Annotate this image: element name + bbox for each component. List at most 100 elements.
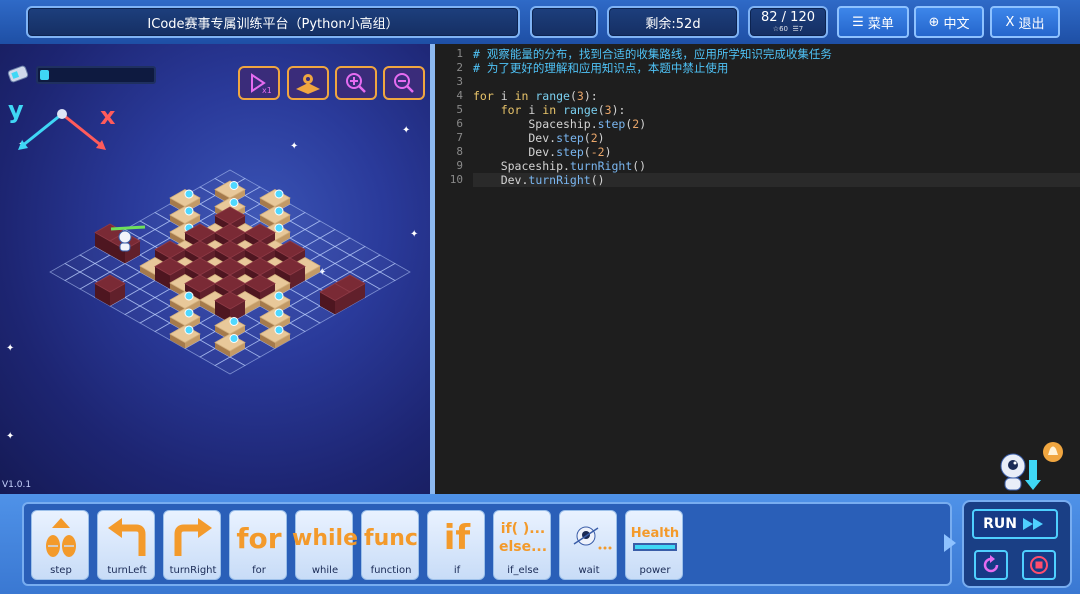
energy-crystal-icon <box>274 223 284 233</box>
block-label: turnLeft <box>107 565 147 576</box>
block-label: function <box>370 565 412 576</box>
exit-label: 退出 <box>1018 16 1045 32</box>
code-line[interactable]: Dev.step(2) <box>473 131 604 145</box>
energy-crystal-icon <box>274 325 284 335</box>
game-canvas[interactable]: ✦ ✦ ✦ ✦ ✦ ✦ ✦ x1 y x V1.0.1 <box>0 44 430 494</box>
language-label: 中文 <box>943 16 970 32</box>
health-icon: Health <box>626 515 684 561</box>
energy-crystal-icon <box>274 308 284 318</box>
tray-scroll-arrow[interactable] <box>944 534 956 552</box>
energy-crystal-icon <box>184 325 194 335</box>
code-line[interactable]: for i in range(3): <box>473 103 626 117</box>
if-else-icon: if( )... else... <box>494 515 552 561</box>
line-gutter: 1 2 3 4 5 6 7 8 9 10 <box>435 44 471 494</box>
line-number: 3 <box>456 75 463 88</box>
block-wait[interactable]: wait <box>559 510 617 580</box>
fast-forward-icon <box>1022 518 1043 530</box>
block-art-text: for <box>236 521 282 555</box>
line-number: 5 <box>456 103 463 116</box>
energy-crystal-icon <box>274 206 284 216</box>
progress-sub: ☆60 ☰7 <box>773 25 803 33</box>
block-turnright[interactable]: turnRight <box>163 510 221 580</box>
version-label: V1.0.1 <box>2 480 32 490</box>
energy-crystal-icon <box>184 206 194 216</box>
energy-crystal-icon <box>184 189 194 199</box>
block-function[interactable]: func function <box>361 510 419 580</box>
block-tray: step turnLeft turnRight for for while while fun… <box>22 502 952 586</box>
block-label: if <box>453 565 461 576</box>
block-for[interactable]: for for <box>229 510 287 580</box>
line-number: 7 <box>456 131 463 144</box>
code-line[interactable]: Spaceship.step(2) <box>473 117 646 131</box>
energy-crystal-icon <box>229 317 239 326</box>
close-icon: X <box>1005 14 1015 30</box>
stop-icon <box>1030 556 1048 574</box>
step-icon <box>32 515 90 561</box>
reset-button[interactable] <box>974 550 1008 580</box>
block-art-text: while <box>292 525 358 551</box>
block-step[interactable]: step <box>31 510 89 580</box>
remaining-text: 剩余:52d <box>645 16 701 32</box>
code-line[interactable]: Spaceship.turnRight() <box>473 159 646 173</box>
run-label: RUN <box>983 516 1017 532</box>
wait-icon <box>560 515 618 561</box>
progress-sub-b: 7 <box>798 25 804 33</box>
block-while[interactable]: while while <box>292 510 358 580</box>
line-number: 8 <box>456 145 463 158</box>
code-line[interactable]: Dev.turnRight() <box>473 173 1080 187</box>
block-power[interactable]: Health power <box>625 510 683 580</box>
energy-crystal-icon <box>229 198 239 207</box>
if-else-bottom-text: else... <box>498 539 548 555</box>
energy-crystal-icon <box>184 291 194 301</box>
robot-helper[interactable] <box>995 430 1065 494</box>
block-label: while <box>311 565 339 576</box>
health-bar-icon <box>633 542 677 551</box>
turn-right-icon <box>164 515 222 561</box>
block-label: wait <box>578 565 600 576</box>
line-number: 6 <box>456 117 463 130</box>
run-button[interactable]: RUN <box>972 509 1058 539</box>
health-text: Health <box>630 525 680 541</box>
energy-crystal-icon <box>229 334 239 343</box>
line-number: 1 <box>456 47 463 60</box>
block-if-else[interactable]: if( )... else... if_else <box>493 510 551 580</box>
for-icon: for <box>230 515 288 561</box>
code-line[interactable]: Dev.step(-2) <box>473 145 611 159</box>
block-label: power <box>639 565 671 576</box>
game-board <box>49 169 411 375</box>
line-number: 9 <box>456 159 463 172</box>
if-else-top-text: if( )... <box>500 521 546 537</box>
globe-icon: ⊕ <box>928 14 940 30</box>
block-label: turnRight <box>169 565 217 576</box>
energy-crystal-icon <box>184 308 194 318</box>
menu-button[interactable]: ☰ 菜单 <box>837 6 909 38</box>
block-if[interactable]: if if <box>427 510 485 580</box>
block-label: if_else <box>507 565 539 576</box>
block-art-text: if <box>443 518 471 558</box>
func-icon: func <box>362 515 420 561</box>
while-icon: while <box>292 515 358 561</box>
code-line[interactable]: # 为了更好的理解和应用知识点，本题中禁止使用 <box>473 61 728 75</box>
helper-bubble <box>997 432 1049 448</box>
code-line[interactable]: for i in range(3): <box>473 89 598 103</box>
page-title: ICode赛事专属训练平台（Python小高组） <box>26 6 520 38</box>
remaining-days: 剩余:52d <box>607 6 739 38</box>
block-turnleft[interactable]: turnLeft <box>97 510 155 580</box>
language-button[interactable]: ⊕ 中文 <box>914 6 984 38</box>
top-bar: ICode赛事专属训练平台（Python小高组） 剩余:52d 82 / 120… <box>0 0 1080 44</box>
block-label: step <box>50 565 72 576</box>
line-number: 2 <box>456 61 463 74</box>
energy-crystal-icon <box>274 291 284 301</box>
energy-crystal-icon <box>274 189 284 199</box>
exit-button[interactable]: X 退出 <box>990 6 1060 38</box>
menu-label: 菜单 <box>867 16 894 32</box>
stop-button[interactable] <box>1022 550 1056 580</box>
blank-panel <box>530 6 598 38</box>
turn-left-icon <box>98 515 156 561</box>
menu-icon: ☰ <box>852 14 864 30</box>
code-editor[interactable]: 1 2 3 4 5 6 7 8 9 10 # 观察能量的分布，找到合适的收集路线，应用所学知识完成… <box>435 44 1080 494</box>
code-line[interactable]: # 观察能量的分布，找到合适的收集路线，应用所学知识完成收集任务 <box>473 47 832 61</box>
command-toolbar: step turnLeft turnRight for for while while fun… <box>0 494 1080 594</box>
refresh-icon <box>983 555 999 573</box>
energy-crystal-icon <box>229 181 239 190</box>
